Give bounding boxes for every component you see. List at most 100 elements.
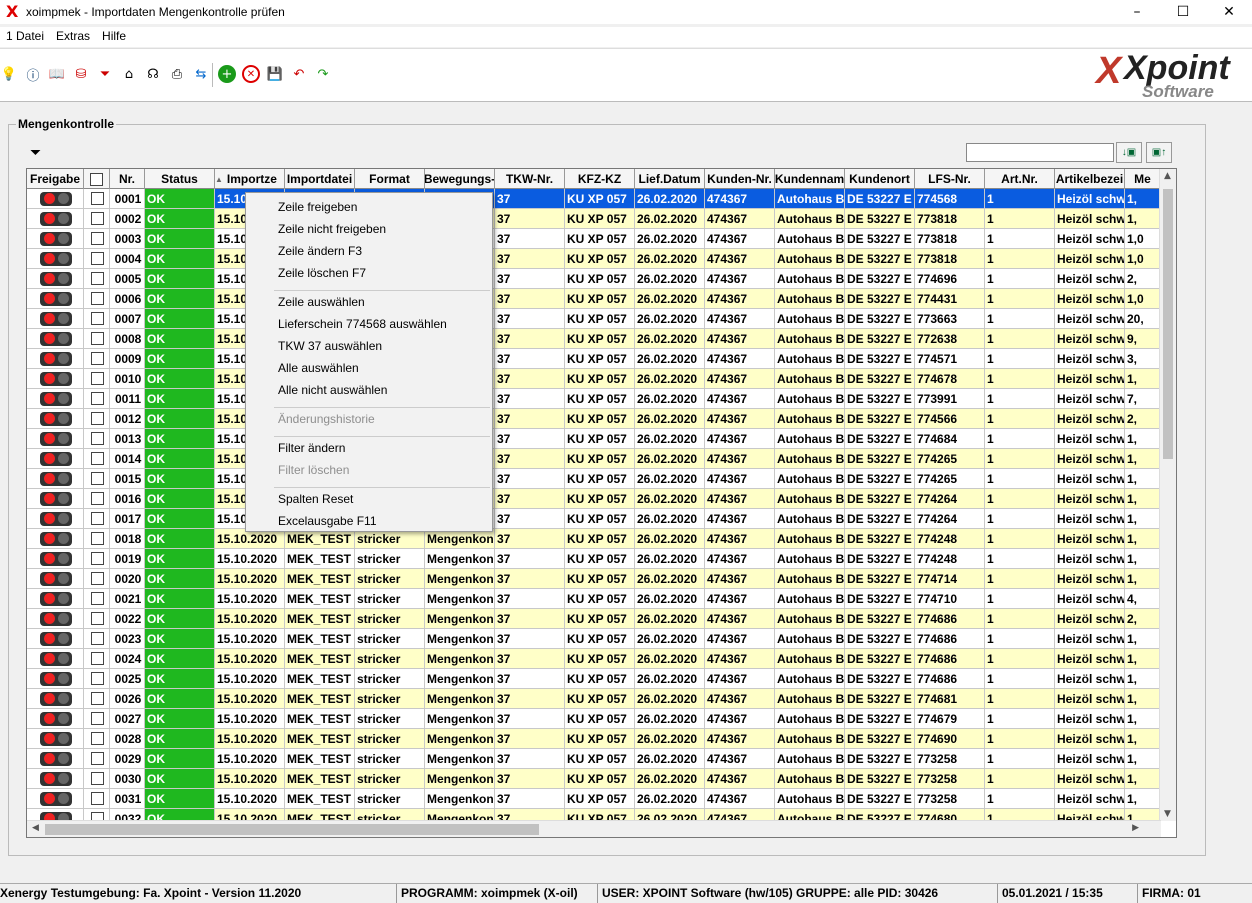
save-icon[interactable]: 💾 [266, 65, 284, 83]
row-checkbox-cell[interactable] [84, 649, 110, 668]
table-row[interactable]: 0030 OK 15.10.2020 MEK_TEST stricker Mengenko… [27, 769, 1161, 789]
row-checkbox-cell[interactable] [84, 769, 110, 788]
freigabe-cell[interactable] [27, 269, 84, 288]
row-checkbox[interactable] [91, 572, 104, 585]
table-row[interactable]: 0027 OK 15.10.2020 MEK_TEST stricker Mengenko… [27, 709, 1161, 729]
vertical-scrollbar[interactable]: ▲ ▼ [1159, 169, 1176, 821]
row-checkbox-cell[interactable] [84, 689, 110, 708]
row-checkbox-cell[interactable] [84, 229, 110, 248]
row-checkbox[interactable] [91, 792, 104, 805]
freigabe-cell[interactable] [27, 629, 84, 648]
freigabe-cell[interactable] [27, 789, 84, 808]
horizontal-scroll-thumb[interactable] [45, 824, 539, 835]
context-menu-item[interactable]: Filter ändern [278, 441, 345, 455]
row-checkbox[interactable] [91, 532, 104, 545]
row-checkbox[interactable] [91, 652, 104, 665]
row-checkbox-cell[interactable] [84, 429, 110, 448]
table-row[interactable]: 0019 OK 15.10.2020 MEK_TEST stricker Mengenko… [27, 549, 1161, 569]
freigabe-cell[interactable] [27, 389, 84, 408]
table-row[interactable]: 0017OK15.10.2020MEK_TESTstrickerMengenko… [27, 509, 1161, 529]
search-input[interactable] [966, 143, 1114, 162]
table-row[interactable]: 0024 OK 15.10.2020 MEK_TEST stricker Mengenko… [27, 649, 1161, 669]
context-menu-item[interactable]: Excelausgabe F11 [278, 514, 377, 528]
freigabe-cell[interactable] [27, 649, 84, 668]
close-icon[interactable]: ✕ [1206, 0, 1252, 24]
freigabe-cell[interactable] [27, 449, 84, 468]
row-checkbox[interactable] [91, 212, 104, 225]
bulb-icon[interactable]: 💡 [0, 65, 18, 83]
freigabe-cell[interactable] [27, 409, 84, 428]
row-checkbox-cell[interactable] [84, 249, 110, 268]
scroll-down-icon[interactable]: ▼ [1164, 809, 1171, 819]
row-checkbox-cell[interactable] [84, 789, 110, 808]
freigabe-cell[interactable] [27, 669, 84, 688]
row-checkbox[interactable] [91, 292, 104, 305]
menu-extras[interactable]: Extras [50, 27, 96, 47]
data-grid[interactable]: Freigabe Nr. Status ▲ Importze Importdatei For… [26, 168, 1177, 838]
table-row[interactable]: 0026 OK 15.10.2020 MEK_TEST stricker Mengenko… [27, 689, 1161, 709]
table-row[interactable]: 0003OK15.10.2020MEK_TESTstrickerMengenko… [27, 229, 1161, 249]
scroll-right-icon[interactable]: ▶ [1132, 823, 1139, 833]
row-checkbox-cell[interactable] [84, 469, 110, 488]
row-checkbox-cell[interactable] [84, 749, 110, 768]
freigabe-cell[interactable] [27, 329, 84, 348]
freigabe-cell[interactable] [27, 369, 84, 388]
freigabe-cell[interactable] [27, 289, 84, 308]
row-checkbox-cell[interactable] [84, 389, 110, 408]
menu-datei[interactable]: 1 Datei [0, 27, 50, 47]
row-checkbox-cell[interactable] [84, 609, 110, 628]
grid-filter-icon[interactable]: ⏷ [30, 144, 41, 161]
minimize-icon[interactable]: – [1114, 0, 1160, 24]
column-header[interactable]: Artikelbezei [1055, 169, 1125, 189]
filter-icon[interactable]: ⏷ [96, 65, 114, 83]
table-row[interactable]: 0002OK15.10.2020MEK_TESTstrickerMengenko… [27, 209, 1161, 229]
scroll-left-icon[interactable]: ◀ [32, 823, 39, 833]
freigabe-cell[interactable] [27, 229, 84, 248]
row-checkbox-cell[interactable] [84, 589, 110, 608]
redo-icon[interactable]: ↷ [314, 65, 332, 83]
select-all-checkbox[interactable] [90, 172, 103, 186]
freigabe-cell[interactable] [27, 729, 84, 748]
column-header[interactable]: KFZ-KZ [565, 169, 635, 189]
freigabe-cell[interactable] [27, 769, 84, 788]
table-row[interactable]: 0031 OK 15.10.2020 MEK_TEST stricker Mengenko… [27, 789, 1161, 809]
column-header[interactable]: Art.Nr. [985, 169, 1055, 189]
table-row[interactable]: 0015OK15.10.2020MEK_TESTstrickerMengenko… [27, 469, 1161, 489]
table-row[interactable]: 0006OK15.10.2020MEK_TESTstrickerMengenko… [27, 289, 1161, 309]
row-checkbox-cell[interactable] [84, 329, 110, 348]
context-menu-item[interactable]: Alle auswählen [278, 361, 359, 375]
row-checkbox[interactable] [91, 312, 104, 325]
column-header[interactable]: Freigabe [27, 169, 84, 189]
context-menu-item[interactable]: Zeile ändern F3 [278, 244, 362, 258]
freigabe-cell[interactable] [27, 509, 84, 528]
table-row[interactable]: 0020 OK 15.10.2020 MEK_TEST stricker Mengenko… [27, 569, 1161, 589]
table-row[interactable]: 0008OK15.10.2020MEK_TESTstrickerMengenko… [27, 329, 1161, 349]
row-checkbox[interactable] [91, 232, 104, 245]
table-row[interactable]: 0021 OK 15.10.2020 MEK_TEST stricker Mengenko… [27, 589, 1161, 609]
print-icon[interactable]: ⎙ [168, 65, 186, 83]
column-header[interactable]: Kundennam [775, 169, 845, 189]
row-checkbox-cell[interactable] [84, 729, 110, 748]
row-checkbox-cell[interactable] [84, 509, 110, 528]
search-down-button[interactable]: ↓ ▣ [1116, 142, 1142, 163]
maximize-icon[interactable]: ☐ [1160, 0, 1206, 24]
context-menu-item[interactable]: Zeile auswählen [278, 295, 365, 309]
row-checkbox[interactable] [91, 352, 104, 365]
freigabe-cell[interactable] [27, 309, 84, 328]
table-row[interactable]: 0022 OK 15.10.2020 MEK_TEST stricker Mengenko… [27, 609, 1161, 629]
undo-icon[interactable]: ↶ [290, 65, 308, 83]
column-header[interactable]: Kundenort [845, 169, 915, 189]
delete-icon[interactable]: ✕ [242, 65, 260, 83]
context-menu-item[interactable]: Zeile freigeben [278, 200, 357, 214]
context-menu-item[interactable]: Spalten Reset [278, 492, 353, 506]
row-checkbox-cell[interactable] [84, 269, 110, 288]
horizontal-scrollbar[interactable]: ◀ ▶ [27, 820, 1161, 837]
row-checkbox[interactable] [91, 192, 104, 205]
freigabe-cell[interactable] [27, 469, 84, 488]
freigabe-cell[interactable] [27, 249, 84, 268]
row-checkbox[interactable] [91, 772, 104, 785]
freigabe-cell[interactable] [27, 429, 84, 448]
row-checkbox-cell[interactable] [84, 369, 110, 388]
table-row[interactable]: 0007OK15.10.2020MEK_TESTstrickerMengenko… [27, 309, 1161, 329]
scroll-up-icon[interactable]: ▲ [1164, 171, 1171, 181]
